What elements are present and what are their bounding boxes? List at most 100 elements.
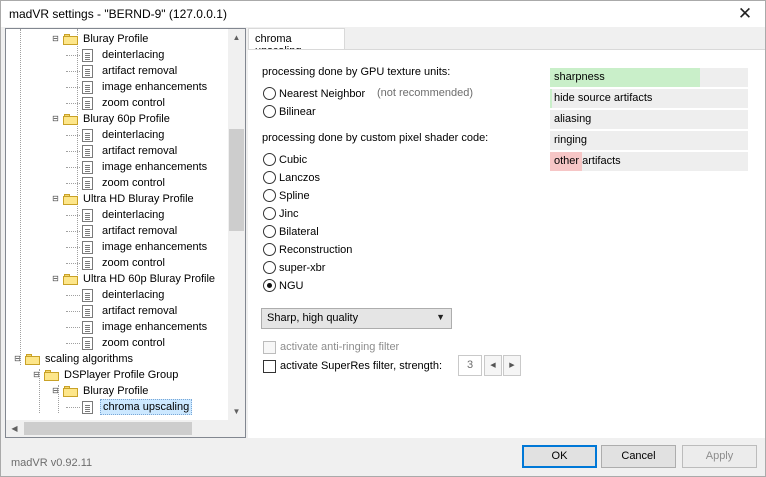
- tree-page-item[interactable]: image enhancements: [6, 319, 228, 335]
- radio-button[interactable]: [263, 261, 276, 274]
- tree-folder-item[interactable]: ⊟ Ultra HD Bluray Profile: [6, 191, 228, 207]
- tree-vertical-scrollbar[interactable]: ▲ ▼: [228, 29, 245, 420]
- close-icon[interactable]: ✕: [735, 4, 755, 24]
- collapse-toggle-icon[interactable]: ⊟: [51, 387, 60, 396]
- tree-item-label: deinterlacing: [102, 49, 165, 61]
- settings-tree[interactable]: ⊟ Bluray Profile deinterlacing artifact rem…: [5, 28, 246, 438]
- radio-cubic[interactable]: Cubic: [263, 151, 373, 167]
- quality-dropdown[interactable]: Sharp, high quality ▼: [261, 308, 452, 329]
- radio-lanczos[interactable]: Lanczos: [263, 169, 373, 185]
- tree-page-item[interactable]: artifact removal: [6, 143, 228, 159]
- tree-item-label: Bluray Profile: [83, 385, 149, 397]
- tree-branch-line: [66, 151, 80, 152]
- scroll-left-icon[interactable]: ◀: [6, 420, 23, 437]
- tree-item-label: artifact removal: [102, 65, 178, 77]
- radio-button[interactable]: [263, 243, 276, 256]
- tree-page-item[interactable]: artifact removal: [6, 303, 228, 319]
- collapse-toggle-icon[interactable]: ⊟: [32, 371, 41, 380]
- radio-button[interactable]: [263, 189, 276, 202]
- tree-page-item[interactable]: deinterlacing: [6, 127, 228, 143]
- settings-page-icon: [82, 49, 93, 62]
- tree-folder-item[interactable]: ⊟ Bluray Profile: [6, 31, 228, 47]
- superres-checkbox-row[interactable]: activate SuperRes filter, strength:: [263, 358, 453, 374]
- radio-button[interactable]: [263, 279, 276, 292]
- tree-item-label: zoom control: [102, 97, 165, 109]
- tree-page-item[interactable]: zoom control: [6, 335, 228, 351]
- radio-button[interactable]: [263, 87, 276, 100]
- radio-label: Bilateral: [279, 226, 319, 238]
- tree-page-item[interactable]: image enhancements: [6, 159, 228, 175]
- settings-page-icon: [82, 177, 93, 190]
- tree-branch-line: [66, 407, 80, 408]
- collapse-toggle-icon[interactable]: ⊟: [51, 115, 60, 124]
- tree-folder-item[interactable]: ⊟ Bluray Profile: [6, 383, 228, 399]
- chevron-down-icon: ▼: [436, 312, 445, 322]
- radio-button[interactable]: [263, 225, 276, 238]
- settings-window: madVR settings - "BERND-9" (127.0.0.1) ✕…: [0, 0, 766, 477]
- collapse-toggle-icon[interactable]: ⊟: [13, 355, 22, 364]
- tree-folder-item[interactable]: ⊟ Bluray 60p Profile: [6, 111, 228, 127]
- tree-branch-line: [66, 327, 80, 328]
- tree-folder-item[interactable]: ⊟ Ultra HD 60p Bluray Profile: [6, 271, 228, 287]
- radio-button[interactable]: [263, 153, 276, 166]
- tree-branch-line: [66, 295, 80, 296]
- tree-folder-item[interactable]: ⊟ DSPlayer Profile Group: [6, 367, 228, 383]
- tree-branch-line: [66, 311, 80, 312]
- radio-label: Spline: [279, 190, 310, 202]
- radio-reconstruction[interactable]: Reconstruction: [263, 241, 373, 257]
- tree-item-label: zoom control: [102, 177, 165, 189]
- folder-icon: [44, 370, 59, 381]
- strength-increment-icon[interactable]: ▶: [503, 355, 521, 376]
- scroll-up-icon[interactable]: ▲: [228, 29, 245, 46]
- version-label: madVR v0.92.11: [11, 457, 93, 469]
- cancel-button[interactable]: Cancel: [601, 445, 676, 468]
- quality-bar-label: hide source artifacts: [554, 92, 653, 104]
- ok-button[interactable]: OK: [522, 445, 597, 468]
- radio-label: Bilinear: [279, 106, 316, 118]
- tree-page-item[interactable]: zoom control: [6, 95, 228, 111]
- radio-button[interactable]: [263, 171, 276, 184]
- collapse-toggle-icon[interactable]: ⊟: [51, 275, 60, 284]
- anti-ringing-checkbox[interactable]: [263, 341, 276, 354]
- radio-button[interactable]: [263, 207, 276, 220]
- collapse-toggle-icon[interactable]: ⊟: [51, 195, 60, 204]
- settings-page-icon: [82, 145, 93, 158]
- scroll-thumb[interactable]: [229, 129, 244, 231]
- settings-page-icon: [82, 337, 93, 350]
- quality-bar: sharpness: [550, 68, 748, 87]
- radio-jinc[interactable]: Jinc: [263, 205, 373, 221]
- radio-super-xbr[interactable]: super-xbr: [263, 259, 373, 275]
- tab-chroma-upscaling[interactable]: chroma upscaling: [248, 28, 345, 57]
- collapse-toggle-icon[interactable]: ⊟: [51, 35, 60, 44]
- strength-decrement-icon[interactable]: ◀: [484, 355, 502, 376]
- window-title: madVR settings - "BERND-9" (127.0.0.1): [9, 7, 227, 21]
- superres-strength-input[interactable]: 3: [458, 355, 482, 376]
- radio-spline[interactable]: Spline: [263, 187, 373, 203]
- tree-page-item[interactable]: artifact removal: [6, 63, 228, 79]
- tree-page-item[interactable]: chroma upscaling: [6, 399, 228, 415]
- radio-button[interactable]: [263, 105, 276, 118]
- superres-checkbox[interactable]: [263, 360, 276, 373]
- tree-page-item[interactable]: image enhancements: [6, 239, 228, 255]
- folder-icon: [63, 114, 78, 125]
- tree-page-item[interactable]: artifact removal: [6, 223, 228, 239]
- tree-folder-item[interactable]: ⊟ scaling algorithms: [6, 351, 228, 367]
- tree-page-item[interactable]: deinterlacing: [6, 207, 228, 223]
- tree-page-item[interactable]: deinterlacing: [6, 47, 228, 63]
- apply-button[interactable]: Apply: [682, 445, 757, 468]
- radio-bilateral[interactable]: Bilateral: [263, 223, 373, 239]
- radio-ngu[interactable]: NGU: [263, 277, 373, 293]
- tree-horizontal-scrollbar[interactable]: ◀ ▶: [6, 420, 245, 437]
- tree-page-item[interactable]: zoom control: [6, 255, 228, 271]
- anti-ringing-checkbox-row[interactable]: activate anti-ringing filter: [263, 339, 423, 355]
- tree-page-item[interactable]: zoom control: [6, 175, 228, 191]
- tree-page-item[interactable]: deinterlacing: [6, 287, 228, 303]
- tree-branch-line: [66, 135, 80, 136]
- radio-nearest-neighbor[interactable]: Nearest Neighbor: [263, 85, 373, 101]
- tree-branch-line: [66, 263, 80, 264]
- settings-page-icon: [82, 65, 93, 78]
- scroll-thumb-horizontal[interactable]: [24, 422, 192, 435]
- tree-page-item[interactable]: image enhancements: [6, 79, 228, 95]
- scroll-down-icon[interactable]: ▼: [228, 403, 245, 420]
- radio-bilinear[interactable]: Bilinear: [263, 103, 343, 119]
